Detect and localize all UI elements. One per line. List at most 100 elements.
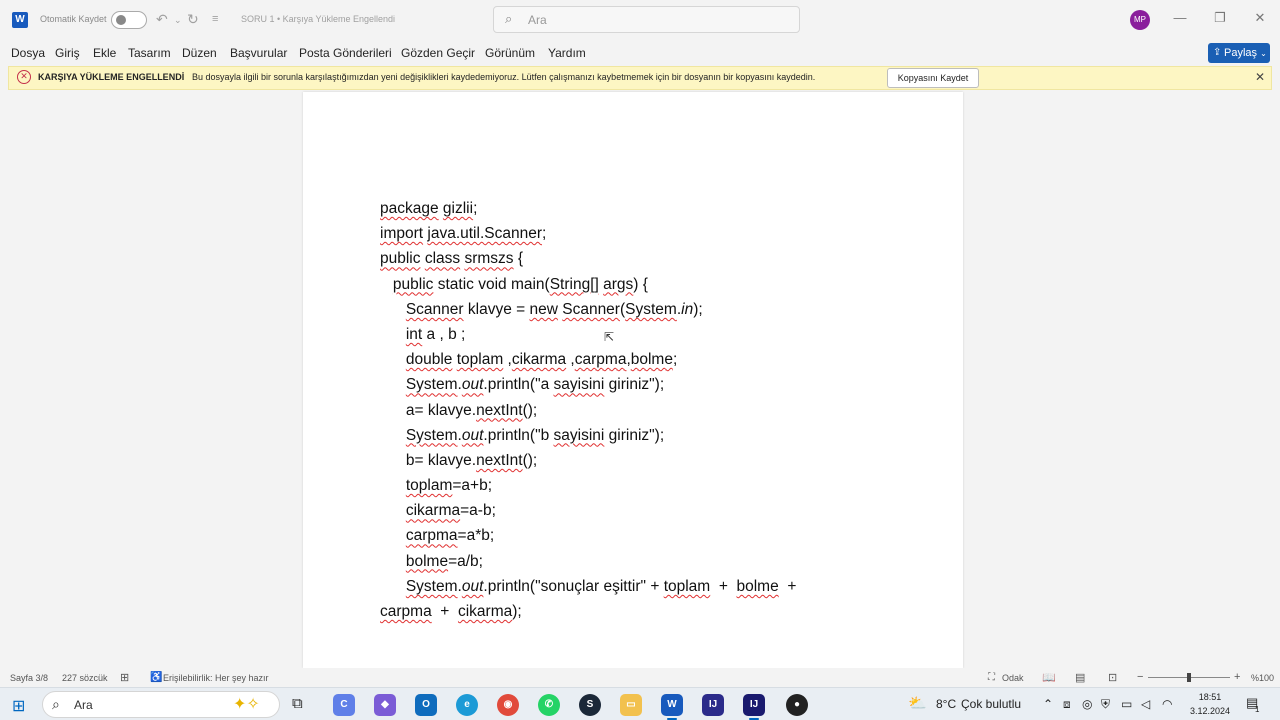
toggle-knob xyxy=(116,15,126,25)
recorder-icon[interactable]: ● xyxy=(786,694,808,716)
error-icon: ✕ xyxy=(17,70,31,84)
taskbar: ⊞ ⌕ Ara ✦✧ ⧉ C ◆ O e ◉ ✆ S ▭ W IJ IJ ● ⛅… xyxy=(0,687,1280,720)
code-line-17: carpma + cikarma); xyxy=(380,603,522,620)
code-line-13: cikarma=a-b; xyxy=(405,502,496,520)
redo-icon[interactable]: ↻ xyxy=(187,11,199,28)
code-line-1: package gizlii; xyxy=(380,200,478,217)
save-copy-button[interactable]: Kopyasını Kaydet xyxy=(887,68,979,88)
chevron-down-icon: ⌄ xyxy=(1260,49,1267,58)
menu-dosya[interactable]: Dosya xyxy=(11,46,45,60)
code-line-4: public static void main(String[] args) { xyxy=(392,275,648,293)
menu-basvurular[interactable]: Başvurular xyxy=(230,46,287,60)
menu-gozden-gecir[interactable]: Gözden Geçir xyxy=(401,46,475,60)
page-count[interactable]: Sayfa 3/8 xyxy=(10,673,48,683)
steam-icon[interactable]: S xyxy=(579,694,601,716)
code-line-5: Scanner klavye = new Scanner(System.in); xyxy=(405,300,703,318)
battery-icon[interactable]: ▭ xyxy=(1121,697,1132,711)
message-title: KARŞIYA YÜKLEME ENGELLENDİ xyxy=(38,72,185,82)
taskbar-clock[interactable]: 18:51 3.12.2024 xyxy=(1188,690,1232,718)
code-line-16: System.out.println("sonuçlar eşittir" + … xyxy=(405,577,797,595)
menu-giris[interactable]: Giriş xyxy=(55,46,80,60)
share-label: Paylaş xyxy=(1224,47,1258,59)
focus-mode-button[interactable]: Odak xyxy=(1002,673,1024,683)
menu-yardim[interactable]: Yardım xyxy=(548,46,586,60)
file-explorer-icon[interactable]: ▭ xyxy=(620,694,642,716)
share-icon: ⇪ xyxy=(1213,47,1222,58)
upload-blocked-message-bar: ✕ KARŞIYA YÜKLEME ENGELLENDİ Bu dosyayla… xyxy=(8,66,1272,90)
chevron-up-icon[interactable]: ⌃ xyxy=(1043,697,1053,711)
menu-posta-gonderileri[interactable]: Posta Gönderileri xyxy=(299,46,392,60)
task-view-icon[interactable]: ⧉ xyxy=(292,695,303,712)
mouse-cursor-icon: ⇱ xyxy=(604,330,615,344)
taskbar-search-placeholder: Ara xyxy=(74,698,93,712)
taskbar-search-input[interactable]: ⌕ Ara ✦✧ xyxy=(42,691,280,718)
menu-tasarim[interactable]: Tasarım xyxy=(128,46,171,60)
read-mode-icon[interactable]: 📖 xyxy=(1042,671,1056,684)
web-layout-icon[interactable]: ⊡ xyxy=(1108,671,1117,684)
undo-dropdown-icon[interactable]: ⌄ xyxy=(174,15,182,26)
security-icon[interactable]: ⛨ xyxy=(1101,697,1110,712)
wifi-icon[interactable]: ◠ xyxy=(1162,697,1172,711)
tray-app-icon[interactable]: ⧈ xyxy=(1063,697,1071,712)
code-line-8: System.out.println("a sayisini giriniz")… xyxy=(405,376,665,394)
intellij-window-icon[interactable]: IJ xyxy=(743,694,765,716)
whatsapp-icon[interactable]: ✆ xyxy=(538,694,560,716)
code-line-14: carpma=a*b; xyxy=(405,527,495,545)
sparkle-icon: ✦✧ xyxy=(233,696,260,713)
undo-icon[interactable]: ↶ xyxy=(156,11,168,28)
avatar[interactable]: MP xyxy=(1130,10,1150,30)
clock-date: 3.12.2024 xyxy=(1189,706,1231,716)
share-button[interactable]: ⇪ Paylaş ⌄ xyxy=(1208,43,1270,63)
word-count[interactable]: 227 sözcük xyxy=(62,673,108,683)
search-input[interactable]: ⌕ Ara xyxy=(493,6,800,33)
search-placeholder: Ara xyxy=(528,13,547,27)
speaker-icon[interactable]: ◁ xyxy=(1141,697,1150,711)
document-page[interactable]: package gizlii; import java.util.Scanner… xyxy=(303,92,963,668)
weather-temp[interactable]: 8°C xyxy=(936,697,956,711)
code-line-3: public class srmszs { xyxy=(380,250,524,268)
title-bar: W Otomatik Kaydet ↶ ⌄ ↻ ≡ SORU 1 • Karşı… xyxy=(0,0,1280,40)
clock-time: 18:51 xyxy=(1198,692,1222,702)
print-layout-icon[interactable]: ▤ xyxy=(1075,671,1085,684)
tray-app2-icon[interactable]: ◎ xyxy=(1082,697,1092,711)
zoom-level[interactable]: %100 xyxy=(1251,673,1274,683)
ribbon-menu: Dosya Giriş Ekle Tasarım Düzen Başvurula… xyxy=(0,40,1280,66)
menu-ekle[interactable]: Ekle xyxy=(93,46,116,60)
proofing-icon[interactable]: ⊞ xyxy=(120,671,129,684)
document-title[interactable]: SORU 1 • Karşıya Yükleme Engellendi xyxy=(241,14,395,24)
edge-icon[interactable]: e xyxy=(456,694,478,716)
windows-start-icon[interactable]: ⊞ xyxy=(12,696,25,716)
status-bar: Sayfa 3/8 227 sözcük ⊞ ♿ Erişilebilirlik… xyxy=(0,668,1280,687)
copilot-app-icon[interactable]: ◆ xyxy=(374,694,396,716)
menu-duzen[interactable]: Düzen xyxy=(182,46,217,60)
menu-gorunum[interactable]: Görünüm xyxy=(485,46,535,60)
accessibility-icon: ♿ xyxy=(150,672,163,683)
close-icon[interactable]: ✕ xyxy=(1250,10,1270,26)
code-line-11: b= klavye.nextInt(); xyxy=(380,451,538,469)
word-icon[interactable]: W xyxy=(12,12,28,28)
word-icon[interactable]: W xyxy=(661,694,683,716)
search-icon: ⌕ xyxy=(505,11,513,26)
chrome-icon[interactable]: ◉ xyxy=(497,694,519,716)
restore-icon[interactable]: ❐ xyxy=(1210,10,1230,26)
code-line-2: import java.util.Scanner; xyxy=(380,225,547,243)
customize-qat-icon[interactable]: ≡ xyxy=(212,13,218,25)
accessibility-status[interactable]: Erişilebilirlik: Her şey hazır xyxy=(163,673,269,683)
code-line-12: toplam=a+b; xyxy=(405,477,493,495)
weather-icon: ⛅ xyxy=(908,695,927,712)
close-icon[interactable]: ✕ xyxy=(1255,70,1265,84)
autosave-toggle[interactable] xyxy=(111,11,147,29)
zoom-slider-handle[interactable] xyxy=(1187,673,1191,682)
code-block[interactable]: package gizlii; import java.util.Scanner… xyxy=(380,196,796,624)
code-line-15: bolme=a/b; xyxy=(405,552,483,570)
intellij-icon[interactable]: IJ xyxy=(702,694,724,716)
message-text: Bu dosyayla ilgili bir sorunla karşılaşt… xyxy=(192,72,816,82)
zoom-out-icon[interactable]: − xyxy=(1137,671,1143,683)
copilot-icon[interactable]: C xyxy=(333,694,355,716)
minimize-icon[interactable]: — xyxy=(1170,10,1190,25)
weather-desc[interactable]: Çok bulutlu xyxy=(961,697,1021,711)
autosave-label: Otomatik Kaydet xyxy=(40,14,107,24)
focus-icon: ⛶ xyxy=(988,672,995,683)
zoom-in-icon[interactable]: + xyxy=(1234,671,1240,683)
outlook-icon[interactable]: O xyxy=(415,694,437,716)
